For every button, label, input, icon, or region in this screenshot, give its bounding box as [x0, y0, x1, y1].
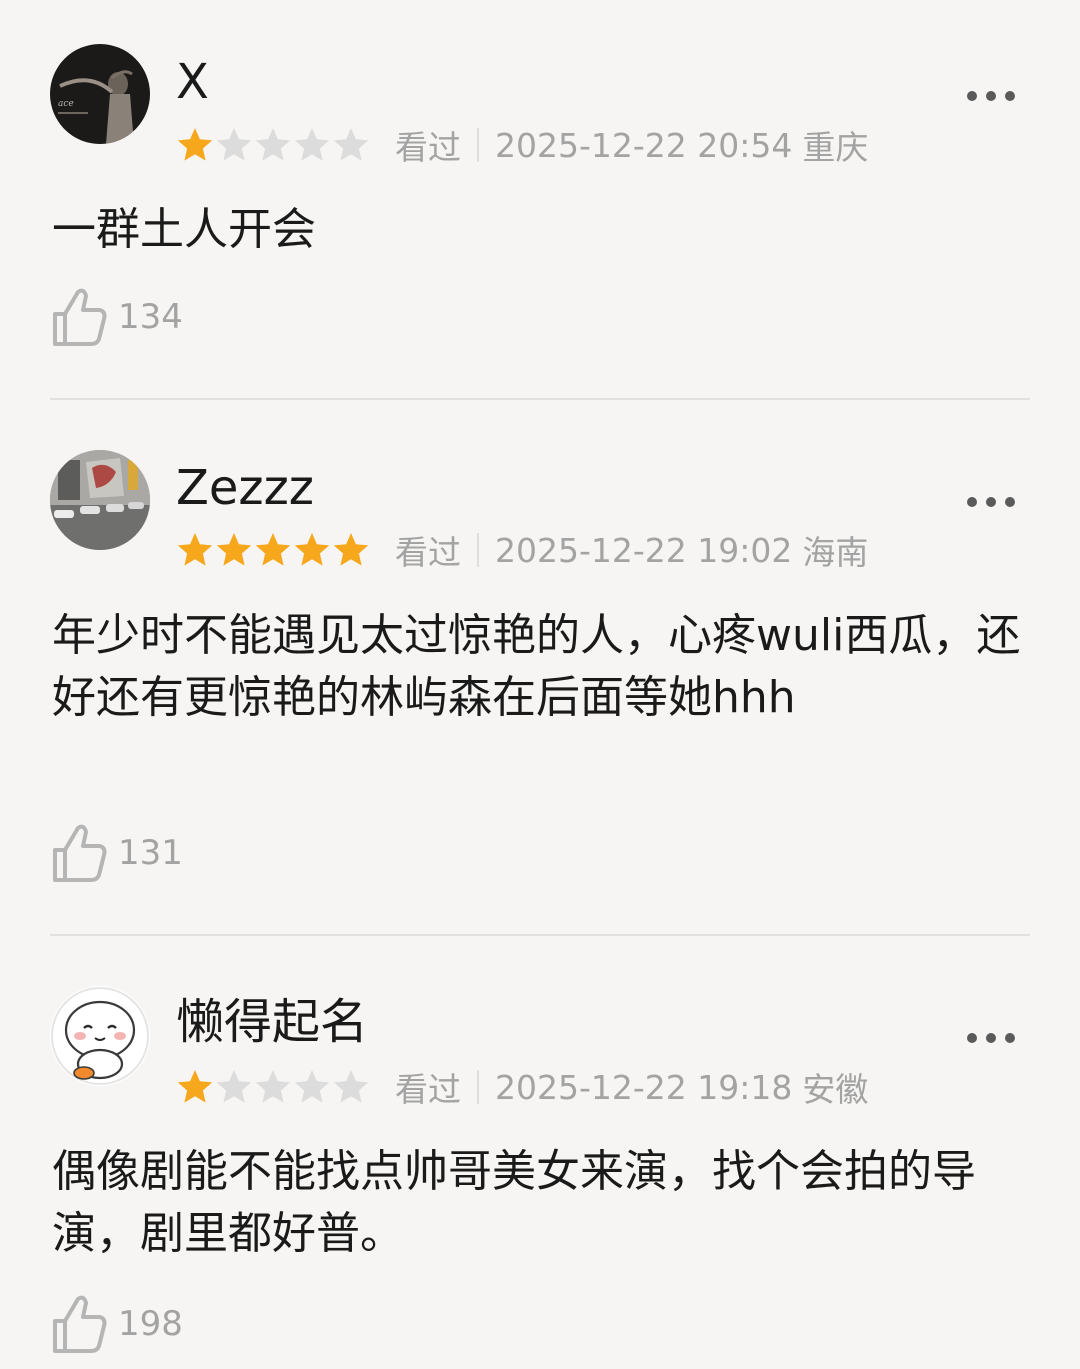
star-empty-icon	[215, 126, 253, 164]
avatar-dancer-photo-icon: ace	[50, 44, 150, 144]
thumbs-up-icon	[50, 1293, 108, 1355]
user-avatar[interactable]: ace	[50, 44, 150, 144]
more-dots-icon	[967, 91, 1015, 101]
username[interactable]: X	[176, 52, 209, 112]
user-avatar[interactable]	[50, 986, 150, 1086]
review-datetime: 2025-12-22 20:54	[495, 125, 793, 165]
like-count: 131	[118, 833, 183, 873]
watched-status: 看过	[395, 1070, 461, 1109]
user-avatar[interactable]	[50, 450, 150, 550]
username[interactable]: 懒得起名	[176, 992, 368, 1052]
star-empty-icon	[254, 126, 292, 164]
star-filled-icon	[332, 531, 370, 569]
meta-divider	[477, 128, 479, 162]
review-content: 偶像剧能不能找点帅哥美女来演，找个会拍的导演，剧里都好普。	[52, 1146, 976, 1259]
star-filled-icon	[176, 1068, 214, 1106]
star-filled-icon	[176, 126, 214, 164]
review-meta: 看过 2025-12-22 19:18 安徽	[176, 1067, 868, 1109]
avatar-street-photo-icon	[50, 450, 150, 550]
more-options-button[interactable]	[962, 86, 1020, 106]
star-empty-icon	[215, 1068, 253, 1106]
star-empty-icon	[254, 1068, 292, 1106]
review-location: 重庆	[802, 128, 869, 167]
star-rating	[176, 126, 371, 164]
more-options-button[interactable]	[962, 492, 1020, 512]
review-location: 海南	[802, 533, 869, 572]
review-content: 年少时不能遇见太过惊艳的人，心疼wuli西瓜，还好还有更惊艳的林屿森在后面等她h…	[52, 610, 1021, 723]
more-dots-icon	[967, 497, 1015, 507]
star-filled-icon	[215, 531, 253, 569]
like-button[interactable]: 198	[50, 1293, 183, 1355]
thumbs-up-icon	[50, 822, 108, 884]
like-count: 134	[118, 297, 183, 337]
star-empty-icon	[332, 126, 370, 164]
more-dots-icon	[967, 1033, 1015, 1043]
like-button[interactable]: 134	[50, 286, 183, 348]
review-divider	[50, 934, 1030, 936]
meta-divider	[477, 1070, 479, 1104]
review-divider	[50, 398, 1030, 400]
svg-text:ace: ace	[58, 99, 74, 109]
star-filled-icon	[176, 531, 214, 569]
review-datetime: 2025-12-22 19:02	[495, 530, 793, 570]
review-meta: 看过 2025-12-22 19:02 海南	[176, 530, 868, 572]
thumbs-up-icon	[50, 286, 108, 348]
review-meta: 看过 2025-12-22 20:54 重庆	[176, 125, 868, 167]
username[interactable]: Zezzz	[176, 458, 314, 518]
like-button[interactable]: 131	[50, 822, 183, 884]
review-datetime: 2025-12-22 19:18	[495, 1067, 793, 1107]
star-empty-icon	[293, 126, 331, 164]
like-count: 198	[118, 1304, 183, 1344]
review-content: 一群土人开会	[52, 204, 316, 255]
star-empty-icon	[293, 1068, 331, 1106]
star-rating	[176, 531, 371, 569]
more-options-button[interactable]	[962, 1028, 1020, 1048]
star-rating	[176, 1068, 371, 1106]
meta-divider	[477, 533, 479, 567]
avatar-cartoon-face-icon	[50, 986, 150, 1086]
watched-status: 看过	[395, 533, 461, 572]
star-empty-icon	[332, 1068, 370, 1106]
star-filled-icon	[293, 531, 331, 569]
review-location: 安徽	[802, 1070, 869, 1109]
watched-status: 看过	[395, 128, 461, 167]
star-filled-icon	[254, 531, 292, 569]
